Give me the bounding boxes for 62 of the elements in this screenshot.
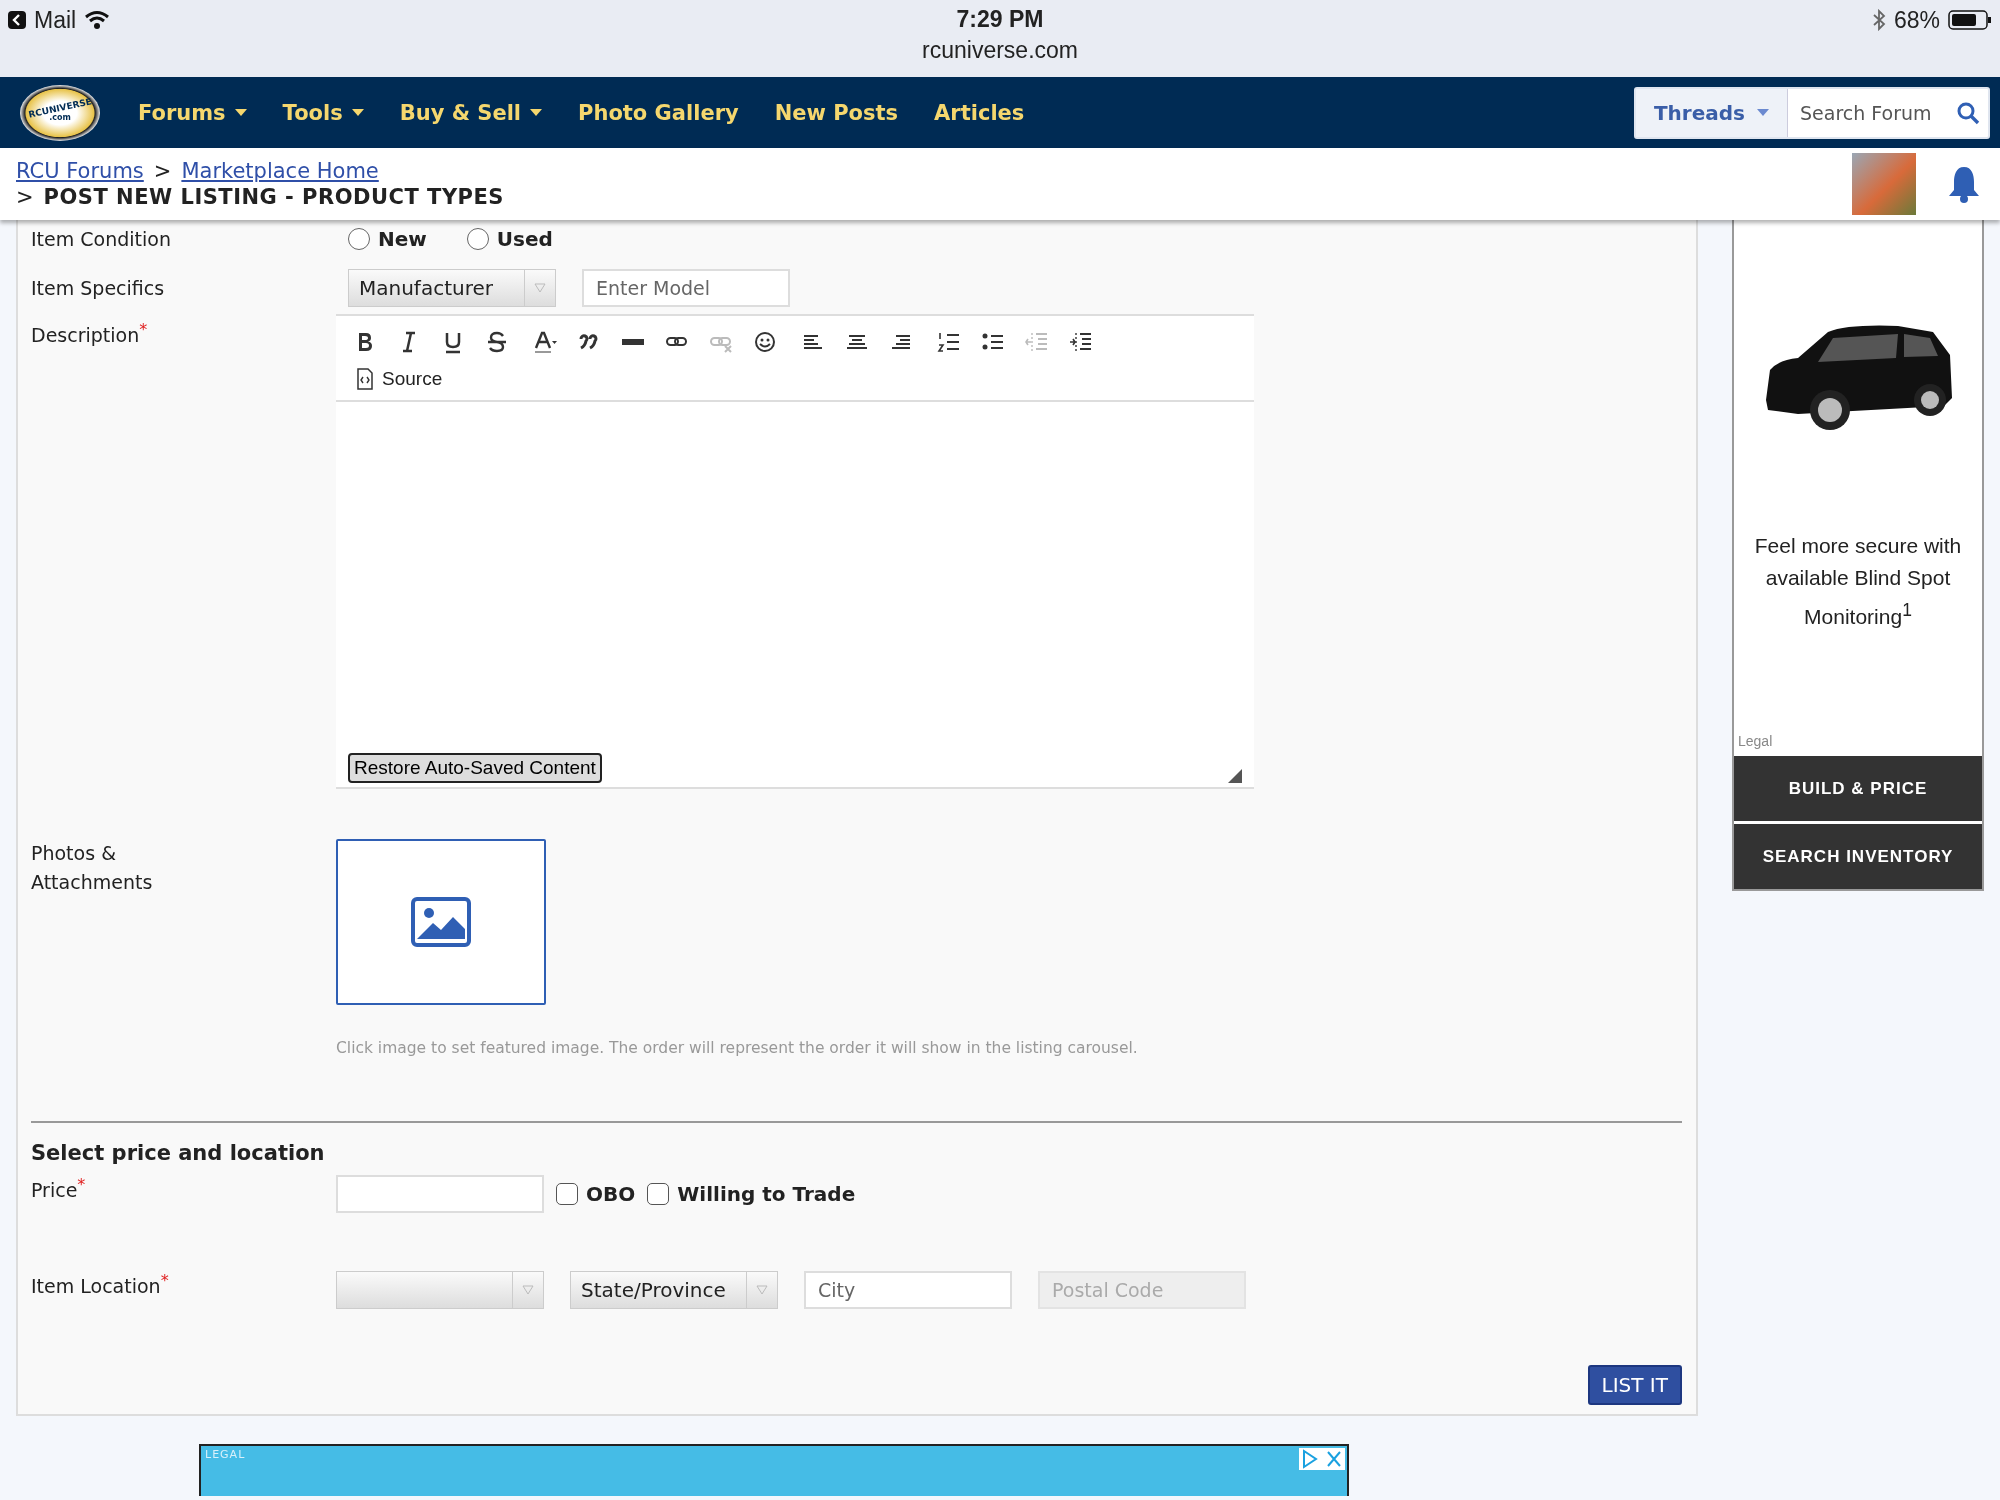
wifi-icon <box>84 10 111 30</box>
price-field[interactable] <box>336 1175 544 1213</box>
search-scope-dropdown[interactable]: Threads <box>1635 88 1788 137</box>
breadcrumb-separator: > <box>16 185 34 209</box>
caret-icon[interactable] <box>530 108 543 117</box>
radio-button[interactable] <box>466 228 489 250</box>
field-label: Item Location$^{*}$ <box>31 1271 170 1298</box>
color-icon[interactable] <box>532 330 558 354</box>
breadcrumb-separator: > <box>153 159 172 183</box>
nav-link[interactable]: New Posts <box>774 100 899 125</box>
manufacturer-dropdown[interactable]: Manufacturer <box>348 269 556 307</box>
resize-handle-icon[interactable] <box>1228 769 1242 783</box>
caret-icon[interactable] <box>234 108 247 117</box>
restore-button[interactable]: Restore Auto-Saved Content <box>348 753 602 783</box>
battery-icon <box>1948 10 1992 30</box>
indent-icon[interactable] <box>1068 330 1094 354</box>
city-field[interactable]: City <box>804 1271 1012 1309</box>
section-title: Select price and location <box>31 1141 326 1165</box>
checkbox-label: Willing to Trade <box>677 1182 856 1206</box>
radio-label: New <box>378 227 427 251</box>
legal-link[interactable]: Legal <box>1738 733 1773 749</box>
model-field[interactable]: Enter Model <box>582 269 790 307</box>
ad-choices-icon[interactable] <box>1299 1448 1345 1470</box>
page-url[interactable]: rcuniverse.com <box>922 37 1078 64</box>
state-dropdown[interactable]: State/Province <box>570 1271 778 1309</box>
ad-button[interactable]: SEARCH INVENTORY <box>1734 824 1982 889</box>
breadcrumb-link[interactable]: Marketplace Home <box>181 159 379 183</box>
field-label: Photos & Attachments <box>31 841 154 895</box>
back-icon[interactable] <box>8 11 26 29</box>
page-title: POST NEW LISTING - PRODUCT TYPES <box>43 185 504 209</box>
field-label: Item Specifics <box>31 277 166 299</box>
status-time: 7:29 PM <box>956 6 1044 33</box>
ol-icon[interactable] <box>936 330 962 354</box>
radio-button[interactable] <box>348 228 370 250</box>
radio-label: Used <box>496 227 553 251</box>
photo-hint: Click image to set featured image. The order will represent the order it will show in the listing carousel. <box>336 1039 1138 1057</box>
field-label: Description$^{*}$ <box>31 319 149 349</box>
ad-text: Feel more secure with available Blind Spot Monitoring$^{1}$ <box>1753 533 1963 630</box>
battery-percent: 68% <box>1893 6 1940 34</box>
nav-link[interactable]: Articles <box>934 100 1025 125</box>
search-icon[interactable] <box>1956 100 1980 125</box>
list-it-button[interactable]: LIST IT <box>1587 1365 1682 1405</box>
ad-button[interactable]: BUILD & PRICE <box>1734 756 1982 821</box>
checkbox[interactable] <box>556 1183 578 1205</box>
bluetooth-icon <box>1871 9 1886 31</box>
image-icon[interactable] <box>411 897 471 947</box>
nav-link[interactable]: Forums <box>138 100 247 125</box>
breadcrumb-link[interactable]: RCU Forums <box>16 159 144 183</box>
nav-link[interactable]: Tools <box>282 100 364 125</box>
nav-link[interactable]: Buy & Sell <box>399 100 543 125</box>
field-label: Price$^{*}$ <box>31 1175 87 1202</box>
image-upload-box[interactable] <box>336 839 546 1005</box>
bell-icon[interactable] <box>1946 165 1982 203</box>
caret-icon[interactable] <box>351 108 364 117</box>
checkbox-label: OBO <box>586 1182 636 1206</box>
back-app-label[interactable]: Mail <box>34 6 77 34</box>
smiley-icon[interactable] <box>752 330 778 354</box>
code-file-icon[interactable] <box>356 368 374 390</box>
nav-link[interactable]: Photo Gallery <box>578 100 739 125</box>
source-button[interactable]: Source <box>352 364 447 394</box>
field-label: Item Condition <box>31 228 172 250</box>
checkbox[interactable] <box>647 1183 670 1205</box>
